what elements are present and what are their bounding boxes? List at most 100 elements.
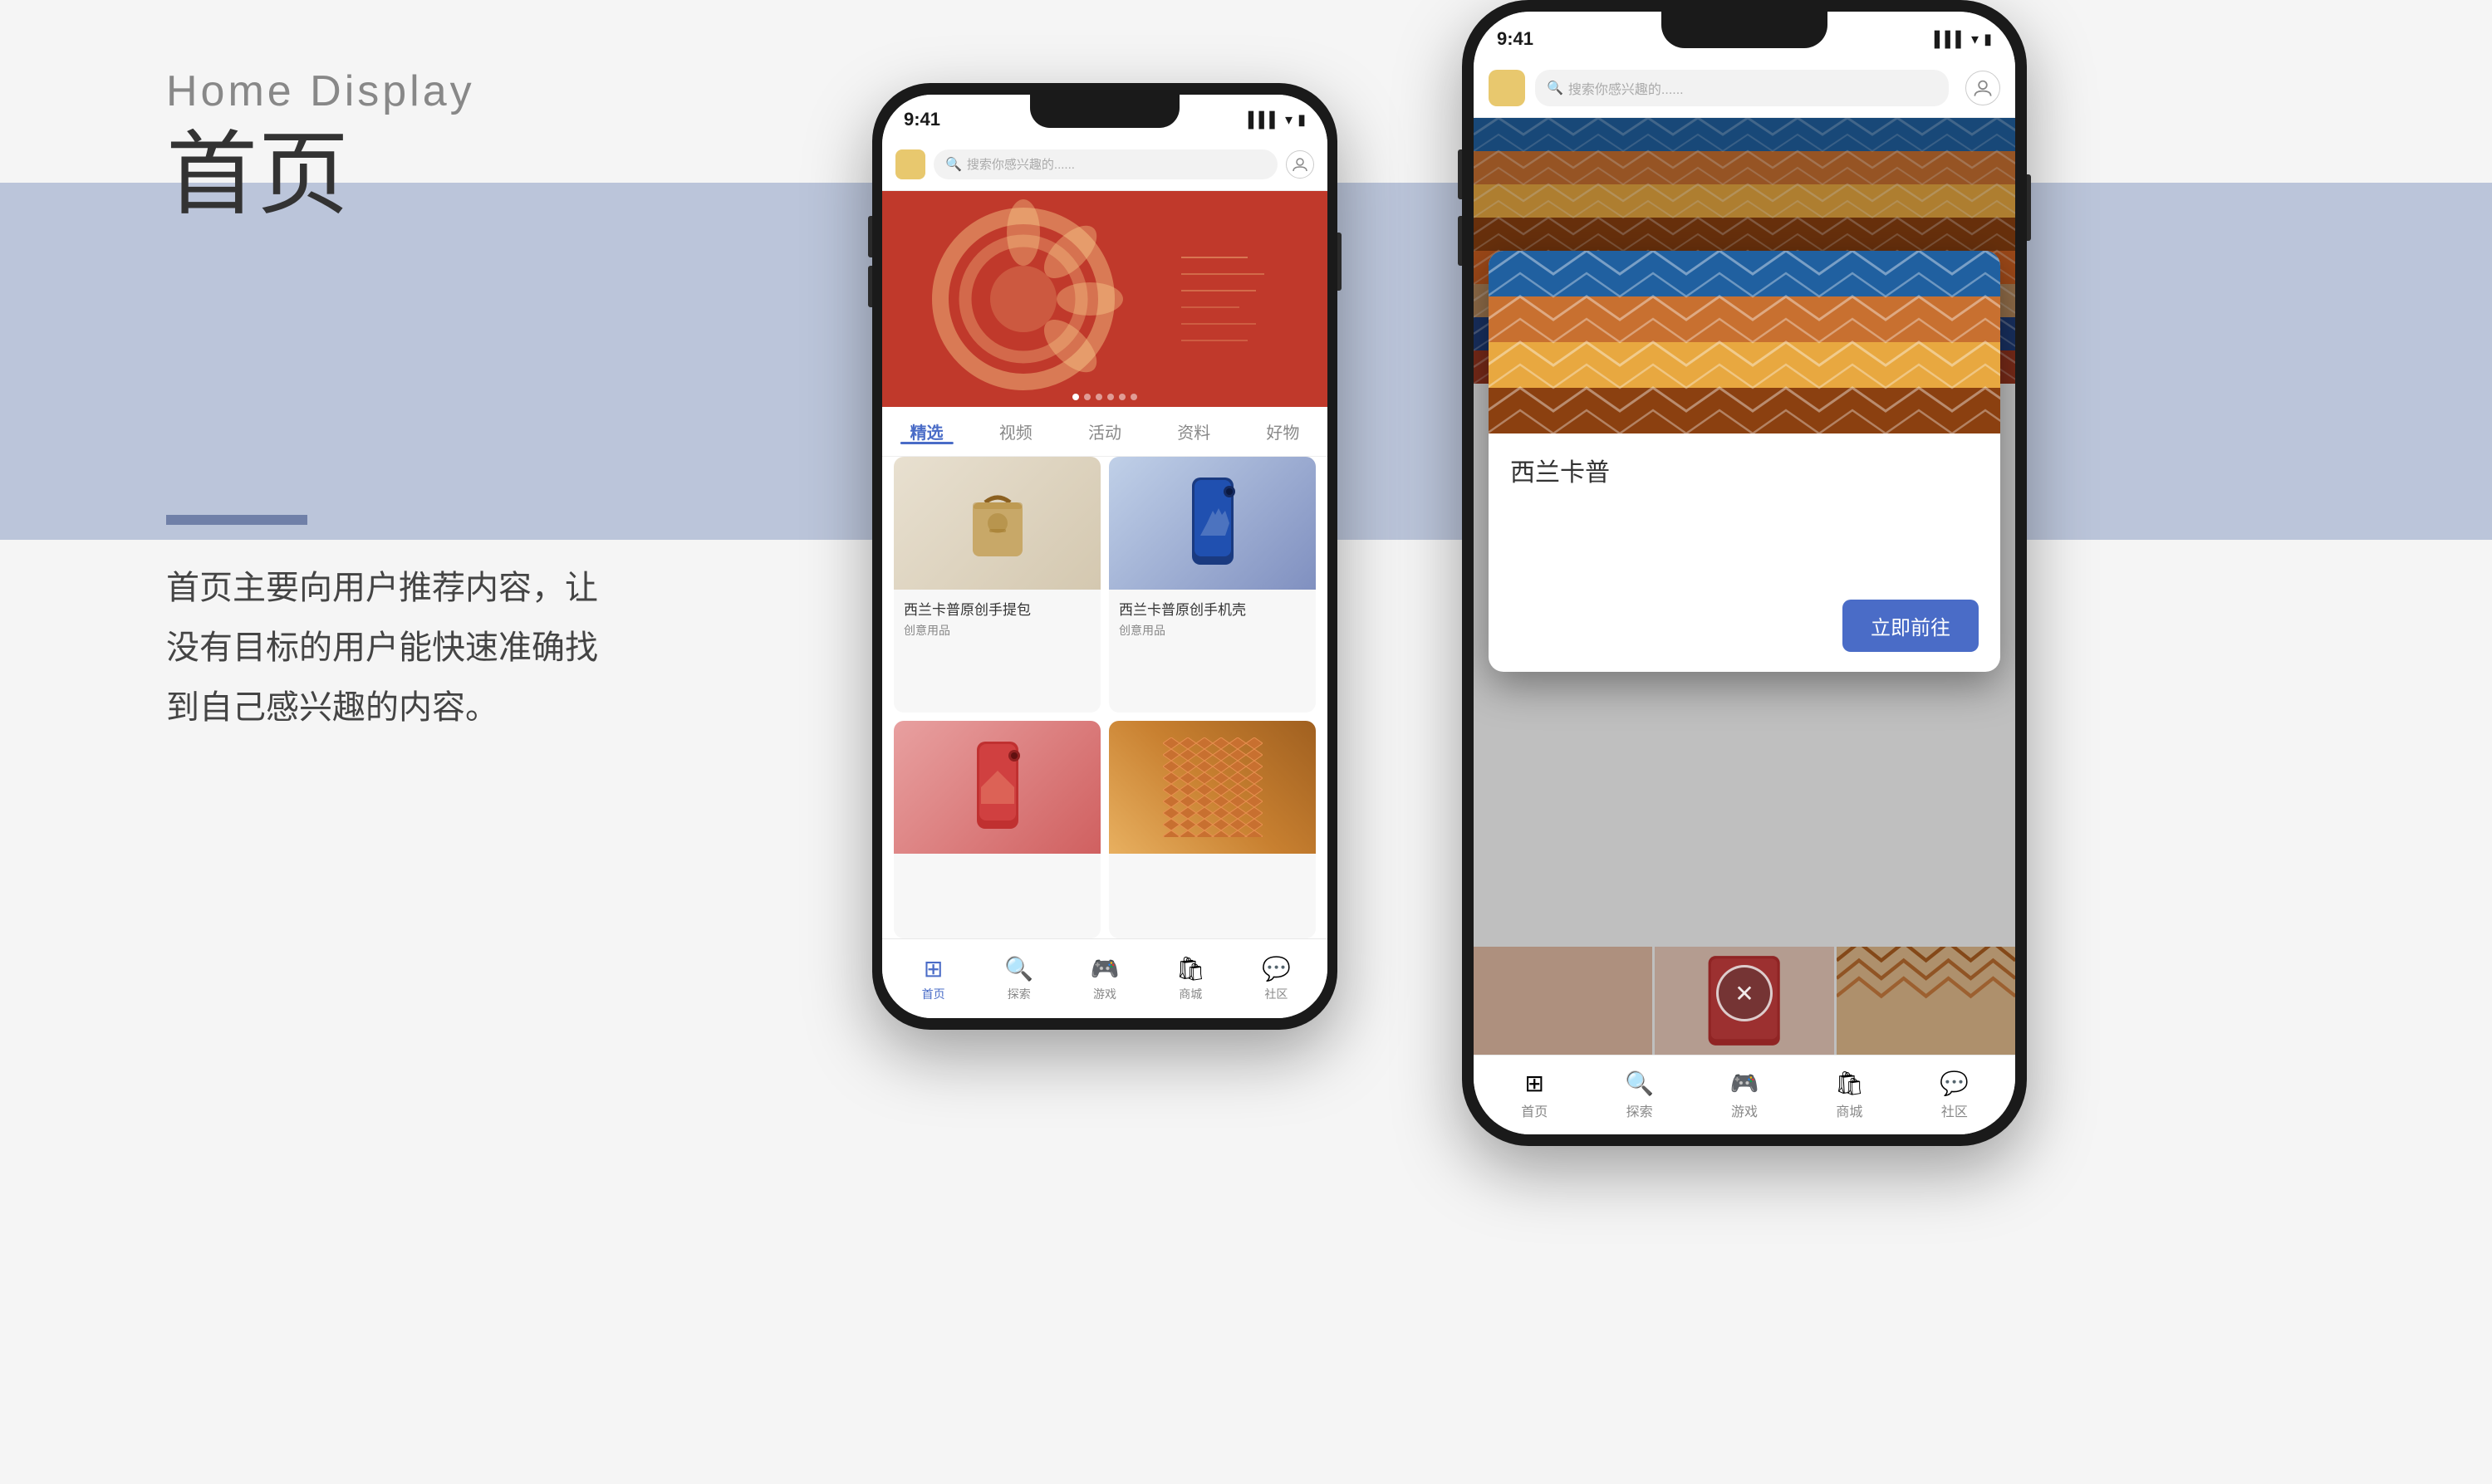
p2-shop-icon: 🛍 [1835, 1070, 1865, 1097]
product-img-2 [1109, 457, 1316, 590]
product-name-1: 西兰卡普原创手提包 [904, 598, 1091, 619]
modal-title-area: 西兰卡普 [1489, 433, 2000, 500]
nav-game[interactable]: 🎮 游戏 [1062, 955, 1147, 1002]
tab-activity[interactable]: 活动 [1060, 419, 1149, 443]
product-card-2[interactable]: 西兰卡普原创手机壳 创意用品 [1109, 457, 1316, 713]
phone2-search-placeholder: 搜索你感兴趣的...... [1568, 78, 1684, 98]
p2-nav-home[interactable]: ⊞ 首页 [1482, 1070, 1587, 1120]
modal-goto-button[interactable]: 立即前往 [1842, 600, 1979, 652]
phone1-search-bar[interactable]: 🔍 搜索你感兴趣的...... [882, 138, 1327, 191]
product-info-3 [894, 854, 1101, 872]
phone2-notch [1661, 12, 1827, 48]
tab-goods[interactable]: 好物 [1239, 419, 1327, 443]
dot-3 [1096, 394, 1102, 400]
community-nav-label: 社区 [1264, 986, 1288, 1002]
nav-home[interactable]: ⊞ 首页 [890, 955, 976, 1002]
p2-signal-icon: ▌▌▌ [1935, 31, 1966, 48]
battery-icon: ▮ [1298, 111, 1306, 129]
phone1-products-grid: 西兰卡普原创手提包 创意用品 [894, 457, 1316, 938]
phone1-banner [882, 191, 1327, 407]
modal-card: 西兰卡普 立即前往 [1489, 251, 2000, 672]
phone2-side-btn [2027, 174, 2031, 241]
tab-featured[interactable]: 精选 [882, 419, 971, 443]
phone2-time: 9:41 [1497, 28, 1533, 50]
desc-text: 首页主要向用户推荐内容，让没有目标的用户能快速准确找到自己感兴趣的内容。 [166, 558, 615, 737]
phone2-screen: 9:41 ▌▌▌ ▾ ▮ 🔍 搜索你感兴趣的...... [1474, 12, 2015, 1134]
search-icon: 🔍 [945, 156, 962, 173]
wifi-icon: ▾ [1285, 111, 1293, 129]
p2-nav-community[interactable]: 💬 社区 [1902, 1070, 2007, 1120]
phone1-tabs: 精选 视频 活动 资料 好物 [882, 407, 1327, 457]
nav-shop[interactable]: 🛍 商城 [1148, 955, 1234, 1002]
phone1-device: 9:41 ▌▌▌ ▾ ▮ 🔍 搜索你感兴趣的...... [872, 83, 1337, 1030]
phone2-search-box[interactable]: 🔍 搜索你感兴趣的...... [1535, 70, 1949, 106]
nav-community[interactable]: 💬 社区 [1234, 955, 1319, 1002]
modal-body [1489, 500, 2000, 600]
explore-nav-label: 探索 [1008, 986, 1031, 1002]
product-sub-2: 创意用品 [1119, 622, 1306, 639]
product-img-1 [894, 457, 1101, 590]
banner-dots [1072, 394, 1137, 400]
product-card-4[interactable] [1109, 721, 1316, 939]
desc-bar-decoration [166, 515, 307, 525]
p2-nav-shop[interactable]: 🛍 商城 [1797, 1070, 1901, 1120]
product-card-1[interactable]: 西兰卡普原创手提包 创意用品 [894, 457, 1101, 713]
dot-5 [1119, 394, 1126, 400]
p2-wifi-icon: ▾ [1971, 31, 1979, 48]
modal-close-button[interactable]: ✕ [1716, 965, 1773, 1021]
product-card-3[interactable] [894, 721, 1101, 939]
search-placeholder: 搜索你感兴趣的...... [967, 155, 1075, 173]
phone2-search-icon: 🔍 [1547, 80, 1563, 96]
app-logo [895, 149, 925, 179]
modal-footer: 立即前往 [1489, 600, 2000, 672]
phone1-screen: 9:41 ▌▌▌ ▾ ▮ 🔍 搜索你感兴趣的...... [882, 95, 1327, 1018]
p2-nav-explore[interactable]: 🔍 探索 [1587, 1070, 1691, 1120]
shop-nav-icon: 🛍 [1175, 955, 1205, 982]
page-title-en: Home Display [166, 66, 475, 116]
phone1-status-icons: ▌▌▌ ▾ ▮ [1248, 111, 1306, 129]
p2-game-label: 游戏 [1731, 1100, 1758, 1120]
search-box[interactable]: 🔍 搜索你感兴趣的...... [934, 149, 1278, 179]
community-nav-icon: 💬 [1262, 955, 1291, 982]
p2-explore-icon: 🔍 [1625, 1070, 1654, 1097]
home-nav-icon: ⊞ [924, 955, 943, 982]
product-info-2: 西兰卡普原创手机壳 创意用品 [1109, 590, 1316, 645]
p2-home-label: 首页 [1521, 1100, 1548, 1120]
nav-explore[interactable]: 🔍 探索 [976, 955, 1062, 1002]
p2-nav-game[interactable]: 🎮 游戏 [1692, 1070, 1797, 1120]
phone2-vol-down [1458, 216, 1462, 266]
phone2-nav-bar: ⊞ 首页 🔍 探索 🎮 游戏 🛍 商城 💬 社区 [1474, 1055, 2015, 1134]
dot-1 [1072, 394, 1079, 400]
p2-explore-label: 探索 [1626, 1100, 1653, 1120]
phone2-app-logo [1489, 70, 1525, 106]
game-nav-icon: 🎮 [1091, 955, 1120, 982]
dot-6 [1131, 394, 1137, 400]
product-img-3 [894, 721, 1101, 854]
phone2-status-icons: ▌▌▌ ▾ ▮ [1935, 31, 1992, 48]
p2-home-icon: ⊞ [1524, 1070, 1543, 1097]
phone2-vol-up [1458, 149, 1462, 199]
game-nav-label: 游戏 [1093, 986, 1116, 1002]
explore-nav-icon: 🔍 [1004, 955, 1033, 982]
phone1-side-btn [1337, 233, 1342, 291]
phone1-vol-up [868, 216, 872, 257]
tab-video[interactable]: 视频 [971, 419, 1060, 443]
user-avatar[interactable] [1286, 150, 1314, 179]
p2-game-icon: 🎮 [1730, 1070, 1759, 1097]
shop-nav-label: 商城 [1179, 986, 1202, 1002]
phone1-time: 9:41 [904, 109, 940, 130]
product-name-2: 西兰卡普原创手机壳 [1119, 598, 1306, 619]
phones-area: 9:41 ▌▌▌ ▾ ▮ 🔍 搜索你感兴趣的...... [748, 0, 2492, 1484]
tab-material[interactable]: 资料 [1150, 419, 1239, 443]
left-section: Home Display 首页 [166, 66, 475, 225]
phone2-search-bar[interactable]: 🔍 搜索你感兴趣的...... [1474, 58, 2015, 118]
phone2-user-avatar[interactable] [1965, 71, 2000, 105]
phone2-device: 9:41 ▌▌▌ ▾ ▮ 🔍 搜索你感兴趣的...... [1462, 0, 2027, 1146]
product-info-1: 西兰卡普原创手提包 创意用品 [894, 590, 1101, 645]
product-info-4 [1109, 854, 1316, 872]
p2-community-label: 社区 [1941, 1100, 1968, 1120]
signal-icon: ▌▌▌ [1248, 111, 1280, 129]
product-img-4 [1109, 721, 1316, 854]
modal-title: 西兰卡普 [1510, 452, 1979, 488]
modal-overlay: 西兰卡普 立即前往 ✕ [1474, 118, 2015, 1055]
